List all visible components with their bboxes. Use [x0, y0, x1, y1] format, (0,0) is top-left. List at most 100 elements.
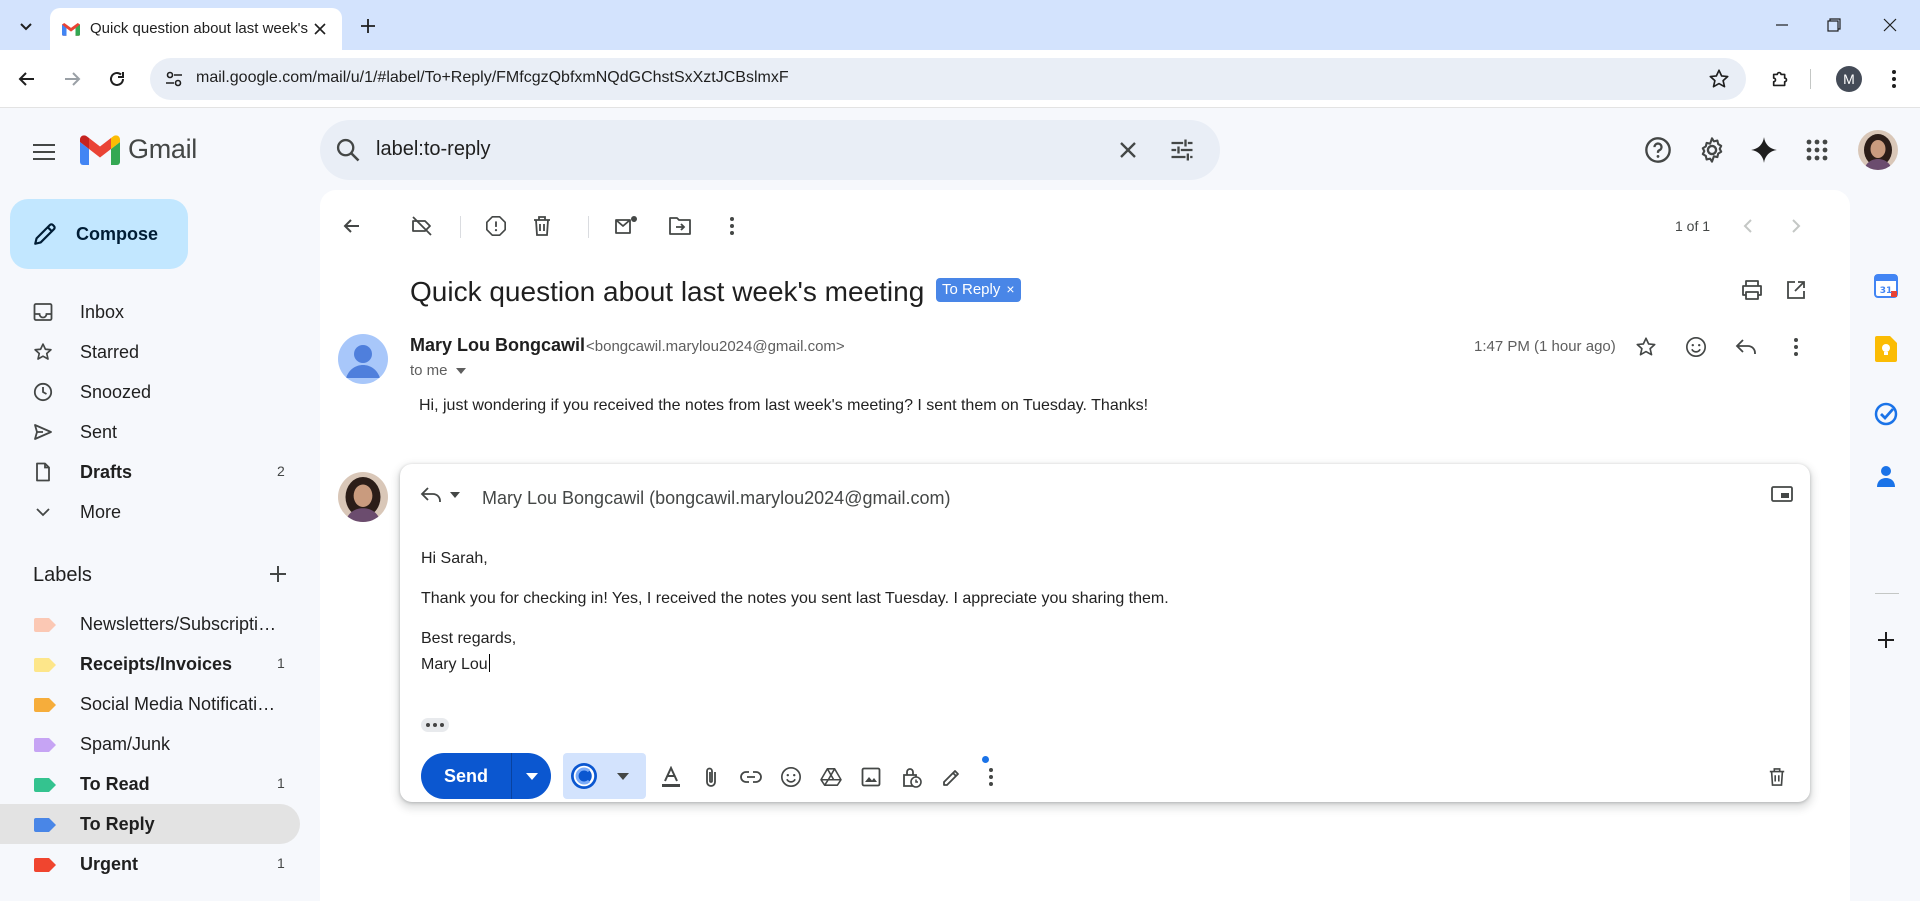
insert-drive-button[interactable] — [816, 762, 846, 792]
addon-button[interactable] — [563, 753, 646, 799]
sidebar-item-sent[interactable]: Sent — [0, 412, 300, 452]
gmail-logo[interactable]: Gmail — [80, 134, 197, 165]
main-menu-button[interactable] — [24, 132, 64, 172]
search-bar[interactable]: label:to-reply — [320, 120, 1220, 180]
sender-name: Mary Lou Bongcawil — [410, 335, 586, 355]
report-spam-button[interactable] — [478, 208, 514, 244]
label-item-spam[interactable]: Spam/Junk — [0, 724, 300, 764]
chevron-right-icon — [1792, 219, 1801, 233]
close-icon[interactable] — [1114, 136, 1142, 164]
extensions-button[interactable] — [1765, 63, 1797, 95]
delete-button[interactable] — [524, 208, 560, 244]
back-button[interactable] — [11, 63, 43, 95]
newer-button[interactable] — [1730, 208, 1766, 244]
formatting-options-button[interactable] — [656, 762, 686, 792]
restore-button[interactable] — [1812, 10, 1856, 40]
create-label-button[interactable] — [264, 560, 292, 588]
inbox-icon — [33, 303, 53, 321]
remove-label-button[interactable] — [404, 208, 440, 244]
gemini-button[interactable] — [1744, 130, 1784, 170]
tasks-app-button[interactable] — [1872, 400, 1900, 428]
star-icon[interactable] — [1708, 68, 1730, 90]
label-item-newsletters[interactable]: Newsletters/Subscriptions — [0, 604, 300, 644]
tab-close-button[interactable] — [310, 19, 330, 39]
emoji-icon — [781, 767, 801, 787]
move-to-button[interactable] — [662, 208, 698, 244]
reply-recipient[interactable]: Mary Lou Bongcawil (bongcawil.marylou202… — [482, 488, 950, 509]
search-icon[interactable] — [334, 136, 362, 164]
new-tab-button[interactable] — [354, 12, 382, 40]
more-actions-button[interactable] — [714, 208, 750, 244]
recipients-toggle[interactable]: to me — [410, 362, 466, 379]
label-item-social[interactable]: Social Media Notifications — [0, 684, 300, 724]
discard-draft-button[interactable] — [1762, 762, 1792, 792]
open-new-window-button[interactable] — [1780, 274, 1812, 306]
sidebar-item-drafts[interactable]: Drafts 2 — [0, 452, 300, 492]
send-button[interactable]: Send — [421, 753, 511, 799]
confidential-mode-button[interactable] — [896, 762, 926, 792]
star-icon — [34, 343, 52, 360]
support-button[interactable] — [1638, 130, 1678, 170]
settings-button[interactable] — [1692, 130, 1732, 170]
more-vert-icon — [1794, 338, 1798, 356]
message-more-button[interactable] — [1778, 329, 1814, 365]
star-message-button[interactable] — [1628, 329, 1664, 365]
sidebar-item-label: Starred — [80, 342, 140, 362]
tune-icon[interactable] — [1168, 136, 1196, 164]
show-trimmed-content-button[interactable] — [421, 718, 449, 732]
site-info-icon[interactable] — [164, 69, 184, 89]
tab-search-button[interactable] — [12, 12, 40, 40]
close-window-button[interactable] — [1868, 10, 1912, 40]
send-options-button[interactable] — [511, 753, 551, 799]
address-bar[interactable]: mail.google.com/mail/u/1/#label/To+Reply… — [150, 58, 1746, 100]
sidebar-item-starred[interactable]: Starred — [0, 332, 300, 372]
label-chip-remove-button[interactable]: × — [1006, 281, 1014, 302]
sidebar-item-snoozed[interactable]: Snoozed — [0, 372, 300, 412]
label-item-urgent[interactable]: Urgent 1 — [0, 844, 300, 884]
search-input[interactable]: label:to-reply — [376, 138, 491, 161]
minimize-button[interactable] — [1760, 10, 1804, 40]
label-item-to-reply[interactable]: To Reply — [0, 804, 300, 844]
get-addons-button[interactable] — [1872, 626, 1900, 654]
reply-type-dropdown[interactable] — [420, 486, 460, 504]
google-apps-button[interactable] — [1797, 130, 1837, 170]
label-off-icon — [412, 216, 432, 236]
insert-link-button[interactable] — [736, 762, 766, 792]
calendar-app-button[interactable]: 31 — [1872, 272, 1900, 300]
open-in-new-icon — [1787, 281, 1805, 299]
contacts-app-button[interactable] — [1872, 462, 1900, 490]
caret-down-icon — [617, 772, 629, 780]
more-options-button[interactable] — [976, 762, 1006, 792]
label-item-to-read[interactable]: To Read 1 — [0, 764, 300, 804]
sidebar-item-inbox[interactable]: Inbox — [0, 292, 300, 332]
browser-menu-button[interactable] — [1878, 63, 1910, 95]
insert-photo-button[interactable] — [856, 762, 886, 792]
profile-button[interactable]: M — [1836, 66, 1862, 92]
unread-count: 1 — [277, 855, 285, 871]
popout-icon[interactable] — [1770, 484, 1794, 504]
lock-clock-icon — [903, 768, 922, 788]
browser-tab-active[interactable]: Quick question about last week's meeting — [50, 8, 342, 50]
older-button[interactable] — [1778, 208, 1814, 244]
insert-signature-button[interactable] — [936, 762, 966, 792]
print-button[interactable] — [1736, 274, 1768, 306]
keep-app-button[interactable] — [1872, 335, 1900, 363]
reply-button[interactable] — [1728, 329, 1764, 365]
sidebar-item-more[interactable]: More — [0, 492, 300, 532]
add-reaction-button[interactable] — [1678, 329, 1714, 365]
compose-button[interactable]: Compose — [10, 199, 188, 269]
forward-button[interactable] — [56, 63, 88, 95]
nav-list: Inbox Starred Snoozed Sent Drafts 2 More — [0, 292, 300, 532]
account-avatar[interactable] — [1858, 130, 1898, 170]
label-chip[interactable]: To Reply × — [936, 278, 1021, 302]
mark-unread-button[interactable] — [608, 208, 644, 244]
person-icon — [346, 345, 380, 378]
back-to-list-button[interactable] — [334, 208, 370, 244]
toolbar-divider — [1810, 69, 1811, 89]
insert-emoji-button[interactable] — [776, 762, 806, 792]
reload-button[interactable] — [101, 63, 133, 95]
label-item-receipts[interactable]: Receipts/Invoices 1 — [0, 644, 300, 684]
sender-avatar[interactable] — [338, 334, 388, 384]
side-panel-divider — [1875, 593, 1899, 594]
attach-files-button[interactable] — [696, 762, 726, 792]
